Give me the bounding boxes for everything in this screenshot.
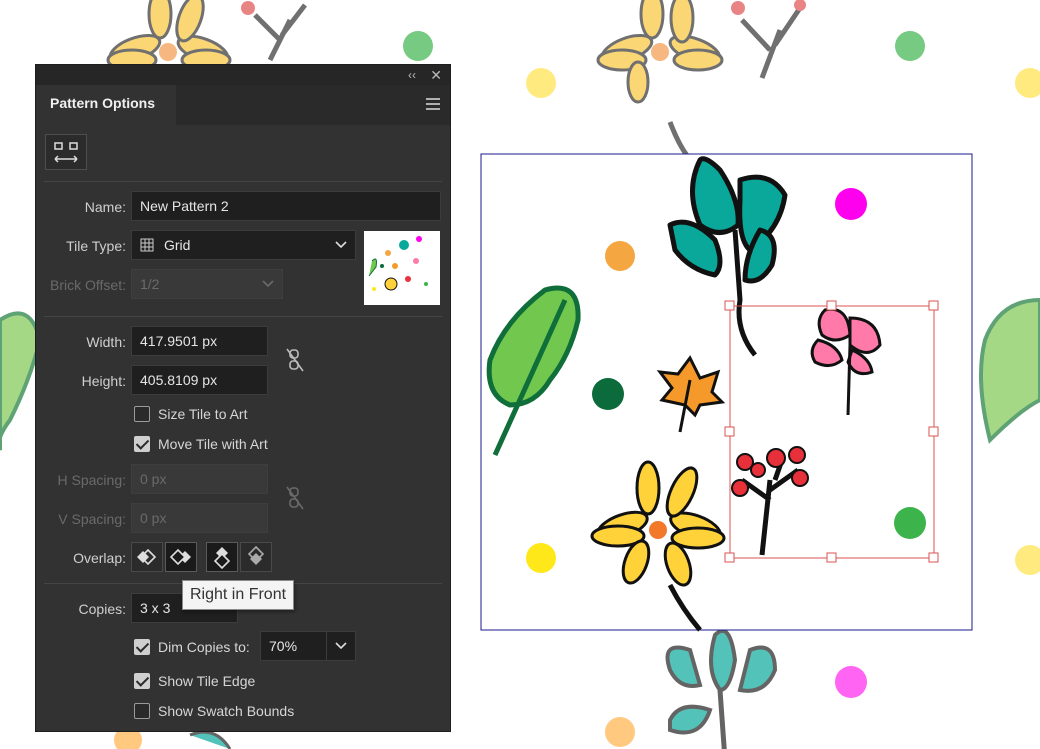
tile-type-value: Grid [164, 237, 191, 253]
height-label: Height: [81, 373, 126, 389]
dim-copies-dropdown-toggle[interactable] [326, 632, 355, 660]
width-field[interactable]: 417.9501 px [131, 326, 268, 356]
overlap-tooltip: Right in Front [182, 580, 295, 610]
overlap-left-in-front-button[interactable] [131, 542, 163, 572]
move-tile-with-art-checkbox[interactable] [134, 436, 150, 452]
tile-type-dropdown[interactable]: Grid [131, 230, 356, 260]
overlap-right-in-front-button[interactable] [165, 542, 197, 572]
overlap-bottom-in-front-button[interactable] [240, 542, 272, 572]
h-spacing-field: 0 px [131, 464, 268, 494]
dim-copies-checkbox[interactable] [134, 639, 150, 655]
dim-copies-label: Dim Copies to: [158, 639, 250, 655]
show-tile-edge-label: Show Tile Edge [158, 673, 256, 689]
brick-offset-value: 1/2 [140, 276, 160, 292]
double-chevron-left-icon[interactable]: ‹‹ [408, 67, 416, 83]
left-in-front-icon [137, 548, 157, 566]
chevron-down-icon [262, 280, 274, 288]
tile-type-label: Tile Type: [66, 238, 126, 254]
pattern-options-panel: ‹‹ ✕ Pattern Options Name: New Pattern 2… [35, 64, 451, 732]
dim-copies-dropdown[interactable]: 70% [260, 631, 356, 661]
panel-tab-row: Pattern Options [36, 85, 450, 125]
grid-icon [140, 238, 154, 252]
overlap-top-in-front-button[interactable] [206, 542, 238, 572]
name-field[interactable]: New Pattern 2 [131, 191, 441, 221]
v-spacing-field: 0 px [131, 503, 268, 533]
brick-offset-dropdown: 1/2 [131, 269, 283, 299]
move-tile-with-art-label: Move Tile with Art [158, 436, 268, 452]
brick-offset-label: Brick Offset: [50, 277, 126, 293]
chevron-down-icon [335, 241, 347, 249]
copies-label: Copies: [78, 601, 126, 617]
swatch-preview [364, 231, 440, 305]
divider [44, 316, 442, 317]
show-swatch-bounds-checkbox[interactable] [134, 703, 150, 719]
width-label: Width: [86, 334, 126, 350]
broken-link-icon[interactable] [284, 347, 306, 373]
size-tile-to-art-checkbox[interactable] [134, 406, 150, 422]
height-field[interactable]: 405.8109 px [131, 365, 268, 395]
right-in-front-icon [169, 548, 191, 566]
show-swatch-bounds-label: Show Swatch Bounds [158, 703, 295, 719]
dim-copies-value: 70% [269, 638, 298, 654]
tab-pattern-options[interactable]: Pattern Options [36, 85, 176, 125]
h-spacing-label: H Spacing: [57, 472, 126, 488]
divider [44, 181, 442, 182]
v-spacing-label: V Spacing: [58, 511, 126, 527]
top-in-front-icon [213, 547, 231, 570]
chevron-down-icon [335, 642, 347, 650]
size-tile-to-art-label: Size Tile to Art [158, 406, 248, 422]
pattern-tile-tool-icon [54, 142, 78, 163]
panel-titlebar[interactable]: ‹‹ ✕ [36, 65, 450, 85]
overlap-label: Overlap: [73, 550, 126, 566]
broken-link-icon [286, 486, 304, 510]
show-tile-edge-checkbox[interactable] [134, 673, 150, 689]
name-label: Name: [84, 199, 126, 215]
close-icon[interactable]: ✕ [430, 67, 442, 83]
bottom-in-front-icon [247, 545, 265, 565]
pattern-tile-tool-button[interactable] [45, 134, 87, 170]
panel-menu-icon[interactable] [426, 98, 440, 110]
